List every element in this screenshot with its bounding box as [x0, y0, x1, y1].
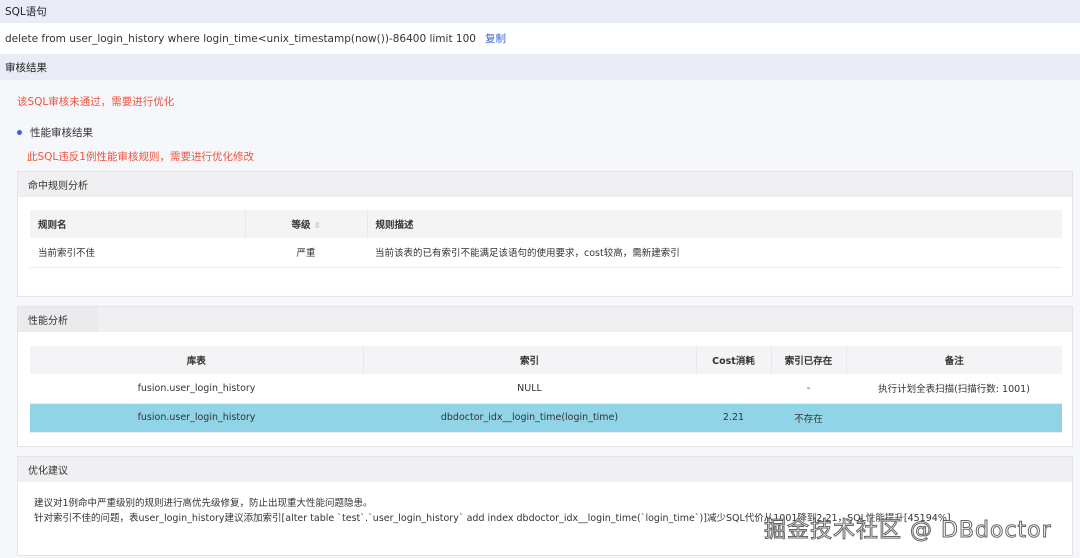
- col-level[interactable]: 等级 ⇳: [245, 210, 368, 238]
- tab-perf-analysis[interactable]: 性能分析: [18, 307, 98, 332]
- copy-link[interactable]: 复制: [485, 31, 506, 46]
- sql-statement-row: delete from user_login_history where log…: [0, 23, 1080, 54]
- col-desc: 规则描述: [367, 210, 1062, 238]
- cell-index: dbdoctor_idx__login_time(login_time): [363, 403, 696, 433]
- bullet-icon: [17, 130, 22, 135]
- cell-note: 执行计划全表扫描(扫描行数: 1001): [846, 374, 1062, 404]
- cell-cost: 2.21: [696, 403, 771, 433]
- col-note: 备注: [846, 346, 1062, 374]
- perf-heading-label: 性能审核结果: [30, 127, 93, 139]
- cell-index: NULL: [363, 374, 696, 404]
- col-cost: Cost消耗: [696, 346, 772, 374]
- table-row[interactable]: fusion.user_login_history NULL - 执行计划全表扫描(扫…: [30, 374, 1062, 404]
- perf-heading: 性能审核结果: [17, 125, 93, 140]
- advice-line: 建议对1例命中严重级别的规则进行高优先级修复，防止出现重大性能问题隐患。: [34, 498, 373, 509]
- perf-card-header: 性能分析: [18, 307, 1072, 332]
- col-table: 库表: [30, 346, 364, 374]
- sql-section-title: SQL语句: [5, 6, 47, 18]
- sort-icon[interactable]: ⇳: [314, 221, 321, 230]
- table-row-selected[interactable]: fusion.user_login_history dbdoctor_idx__l…: [30, 403, 1062, 433]
- rule-name: 当前索引不佳: [30, 238, 245, 268]
- result-section-title: 审核结果: [5, 61, 47, 74]
- rules-card: 命中规则分析 规则名 等级 ⇳ 规则描述 当前索引不佳 严重 当前该表的已有索引…: [17, 171, 1073, 297]
- cell-exists: 不存在: [771, 403, 846, 433]
- cell-exists: -: [771, 374, 846, 404]
- rule-level: 严重: [245, 238, 367, 268]
- perf-message: 此SQL违反1例性能审核规则，需要进行优化修改: [27, 151, 254, 163]
- col-index: 索引: [363, 346, 697, 374]
- rule-desc: 当前该表的已有索引不能满足该语句的使用要求，cost较高，需新建索引: [367, 238, 1062, 268]
- perf-card: 性能分析 库表 索引 Cost消耗 索引已存在 备注 fusion.user_login…: [17, 306, 1073, 447]
- sql-section-header: SQL语句: [0, 0, 1080, 23]
- result-section-header: 审核结果: [0, 54, 1080, 80]
- sql-statement: delete from user_login_history where log…: [5, 32, 476, 45]
- watermark: 掘金技术社区 @ DBdoctor: [764, 518, 1052, 544]
- rules-table: 规则名 等级 ⇳ 规则描述 当前索引不佳 严重 当前该表的已有索引不能满足该语句…: [30, 210, 1062, 268]
- table-row: 当前索引不佳 严重 当前该表的已有索引不能满足该语句的使用要求，cost较高，需…: [30, 238, 1062, 268]
- cell-note: [846, 403, 1062, 433]
- audit-status: 该SQL审核未通过，需要进行优化: [17, 96, 175, 108]
- perf-table: 库表 索引 Cost消耗 索引已存在 备注 fusion.user_login_hist…: [30, 346, 1062, 433]
- cell-table: fusion.user_login_history: [30, 403, 363, 433]
- advice-card-header: 优化建议: [18, 457, 1072, 482]
- rules-card-header: 命中规则分析: [18, 172, 1072, 197]
- col-exists: 索引已存在: [771, 346, 847, 374]
- cell-cost: [696, 374, 771, 404]
- cell-table: fusion.user_login_history: [30, 374, 363, 404]
- col-rule-name: 规则名: [30, 210, 246, 238]
